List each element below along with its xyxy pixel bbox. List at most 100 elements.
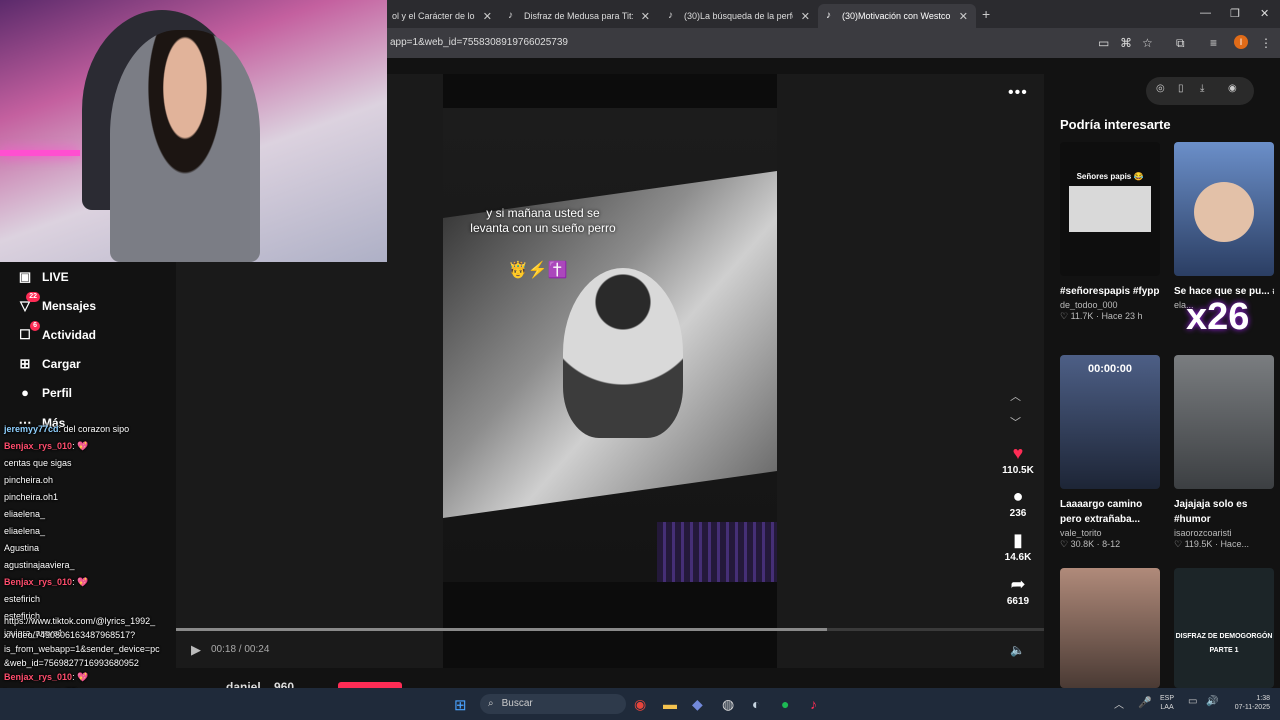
like-button[interactable]: ♥ 110.5K (998, 443, 1038, 476)
cast-icon[interactable]: ▭ (1098, 36, 1109, 50)
recommended-card[interactable] (1060, 568, 1160, 688)
nav-activity[interactable]: ☐ 6 Actividad (16, 321, 96, 344)
url-field[interactable]: app=1&web_id=7558308919766025739 (390, 37, 568, 48)
translate-icon[interactable]: ⌘ (1120, 36, 1132, 50)
chat-text: https://www.tiktok.com/@lyrics_1992_ (4, 616, 156, 626)
chat-message: eliaelena_ (4, 509, 45, 520)
chat-message: &web_id=7569827716993680952 (4, 658, 139, 669)
comment-button[interactable]: ● 236 (998, 486, 1038, 519)
nav-messages[interactable]: ▽ 22 Mensajes (16, 292, 96, 315)
video-subject (563, 268, 683, 438)
card-time: 8-12 (1102, 539, 1121, 549)
live-icon: ▣ (18, 269, 32, 284)
tray-chevron-icon[interactable]: ︿ (1114, 696, 1124, 711)
chat-text: : 💖 (72, 577, 89, 587)
recommended-card[interactable]: Jajajaja solo es #humor isaorozcoaristi … (1174, 355, 1274, 550)
menu-icon[interactable]: ⋮ (1260, 36, 1272, 50)
tab-2[interactable]: ♪ (30)La búsqueda de la perfecció ✕ (660, 4, 818, 28)
network-icon[interactable]: ▭ (1188, 696, 1197, 707)
chat-text: : 💖 (72, 672, 89, 682)
obs-icon[interactable]: ◍ (722, 696, 734, 713)
gift-overlay: x26 (1186, 296, 1250, 338)
search-label: Buscar (501, 698, 533, 709)
close-tab-icon[interactable]: ✕ (483, 10, 492, 23)
share-button[interactable]: ➦ 6619 (998, 574, 1038, 607)
user-avatar-icon[interactable]: ◉ (1228, 83, 1237, 94)
download-icon[interactable]: ⤓ (1200, 83, 1204, 94)
nav-profile[interactable]: ● Perfil (16, 384, 72, 402)
save-button[interactable]: ▮ 14.6K (998, 530, 1038, 563)
chat-message: pincheira.oh (4, 475, 53, 486)
card-likes: 11.7K (1070, 311, 1094, 321)
rail-toolbar: ◎ ▯ ⤓ ◉ (1146, 77, 1254, 105)
next-video-icon[interactable]: ﹀ (1010, 414, 1021, 430)
card-meta: ♡ 119.5K · Hace... (1174, 539, 1249, 549)
chat-text: Agustina (4, 543, 40, 553)
card-thumbnail (1174, 142, 1274, 276)
heart-outline-icon: ♡ (1174, 539, 1185, 549)
play-icon[interactable]: ▶ (191, 642, 201, 658)
system-clock[interactable]: 1:38 07-11-2025 (1226, 694, 1270, 712)
lang-line: ESP (1160, 695, 1175, 702)
card-title: #señorespapis #fyppppppppppp... (1060, 286, 1160, 297)
reading-list-icon[interactable]: ≡ (1210, 36, 1217, 50)
link-icon[interactable]: ◎ (1156, 83, 1165, 94)
volume-tray-icon[interactable]: 🔊 (1206, 696, 1218, 707)
recommended-card[interactable]: Señores papis 😂 #señorespapis #fyppppppp… (1060, 142, 1160, 322)
chat-message: agustinajaaviera_ (4, 560, 75, 571)
folder-icon[interactable]: ▬ (663, 696, 677, 712)
tab-3[interactable]: ♪ (30)Motivación con Westcol: Re ✕ (818, 4, 976, 28)
progress-fill (176, 628, 827, 631)
minimize-icon[interactable]: — (1200, 7, 1211, 19)
language-indicator[interactable]: ESP LAA (1160, 694, 1174, 712)
more-options-icon[interactable]: ••• (1008, 84, 1028, 102)
nav-upload[interactable]: ⊞ Cargar (16, 355, 81, 373)
spotify-icon[interactable]: ● (781, 696, 789, 712)
tiktok-app-icon[interactable]: ♪ (810, 696, 817, 712)
extensions-icon[interactable]: ⧉ (1176, 36, 1185, 51)
like-count: 110.5K (1002, 465, 1034, 476)
close-window-icon[interactable]: ✕ (1260, 7, 1269, 20)
activity-badge: 6 (30, 321, 40, 331)
card-likes: 119.5K (1184, 539, 1213, 549)
recommended-card[interactable]: Se hace que se pu... #fy... ela... (1174, 142, 1274, 310)
close-tab-icon[interactable]: ✕ (801, 10, 810, 23)
thumb-text: DISFRAZ DE DEMOGORGÓN PARTE 1 (1175, 633, 1273, 654)
thumb-image (1069, 186, 1151, 232)
keyboard-light (657, 522, 777, 582)
video-caption: y si mañana usted se levanta con un sueñ… (470, 206, 616, 235)
bookmark-icon: ▮ (1013, 530, 1023, 550)
card-thumbnail (1060, 568, 1160, 688)
save-count: 14.6K (1004, 552, 1032, 563)
progress-bar[interactable] (176, 628, 1044, 631)
taskbar-search[interactable]: ⌕ Buscar (480, 694, 626, 714)
chat-text: eliaelena_ (4, 526, 46, 536)
chat-message: jeremyy77cd: del corazon sipo (4, 424, 129, 435)
share-count: 6619 (1006, 596, 1030, 607)
restore-icon[interactable]: ❐ (1230, 7, 1240, 20)
profile-avatar[interactable]: I (1234, 35, 1248, 49)
chat-message: https://www.tiktok.com/@lyrics_1992_ (4, 616, 155, 627)
video-content[interactable] (443, 108, 777, 582)
tab-1[interactable]: ♪ Disfraz de Medusa para Tit: Tu ✕ (500, 4, 658, 28)
microphone-icon[interactable]: 🎤 (1138, 696, 1152, 709)
close-tab-icon[interactable]: ✕ (959, 10, 968, 23)
chat-text: pincheira.oh (4, 475, 54, 485)
nav-label: Perfil (42, 386, 73, 400)
discord-icon[interactable]: ◆ (692, 696, 703, 713)
inbox-icon: ▽ 22 (16, 292, 40, 315)
tab-0[interactable]: ol y el Carácter de los Hij ✕ (384, 4, 500, 28)
previous-video-icon[interactable]: ︿ (1010, 388, 1021, 404)
new-tab-button[interactable]: + (982, 6, 990, 22)
recommended-card[interactable]: DISFRAZ DE DEMOGORGÓN PARTE 1 (1174, 568, 1274, 688)
star-icon[interactable]: ☆ (1142, 36, 1153, 50)
volume-icon[interactable]: 🔈 (1010, 643, 1025, 657)
nav-live[interactable]: ▣ LIVE (16, 268, 69, 286)
chat-text: x/video/7490806163487968517? (4, 630, 136, 640)
device-icon[interactable]: ▯ (1178, 83, 1184, 94)
chrome-icon[interactable]: ◉ (634, 696, 646, 713)
steam-icon[interactable]: ◐ (752, 696, 760, 712)
windows-start-icon[interactable]: ⊞ (454, 696, 467, 714)
close-tab-icon[interactable]: ✕ (641, 10, 650, 23)
recommended-card[interactable]: 00:00:00 Laaaargo camino pero extrañaba.… (1060, 355, 1160, 550)
